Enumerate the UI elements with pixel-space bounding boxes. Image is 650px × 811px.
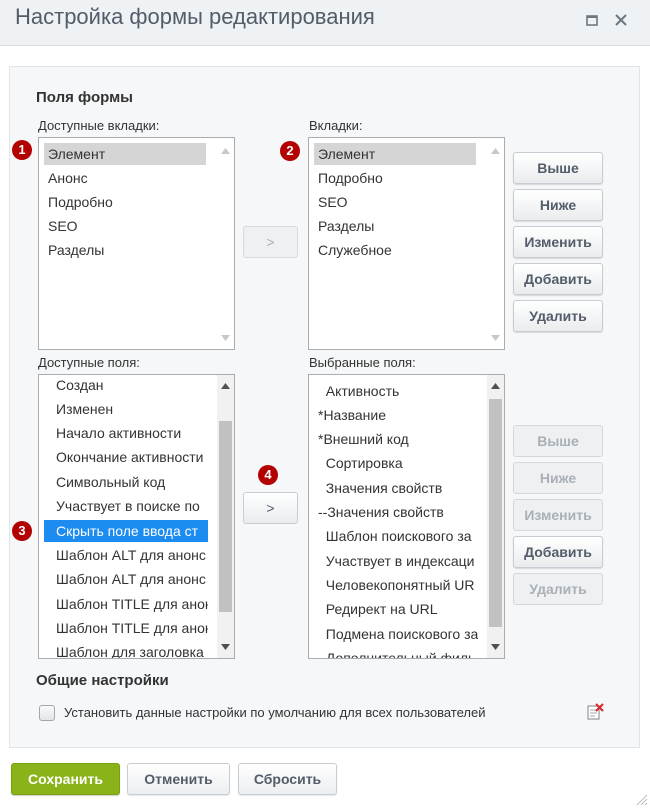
field-add-button[interactable]: Добавить — [513, 536, 603, 568]
list-item[interactable]: Шаблон ALT для анонс — [52, 568, 208, 590]
list-item[interactable]: Начало активности — [52, 422, 208, 444]
list-item[interactable]: Подробно — [314, 167, 476, 189]
scroll-down-icon[interactable] — [490, 333, 501, 343]
tab-delete-button[interactable]: Удалить — [513, 300, 603, 332]
available-tabs-items: Элемент Анонс Подробно SEO Разделы — [40, 138, 216, 349]
selected-fields-listbox[interactable]: Активность *Название *Внешний код Сортир… — [308, 374, 505, 659]
scroll-down-icon[interactable] — [490, 642, 501, 652]
available-tabs-label: Доступные вкладки: — [38, 118, 160, 133]
save-button[interactable]: Сохранить — [11, 763, 120, 795]
list-item[interactable]: Создан — [52, 375, 208, 396]
list-item[interactable]: SEO — [314, 191, 476, 213]
default-settings-label[interactable]: Установить данные настройки по умолчанию… — [64, 705, 485, 720]
reset-button[interactable]: Сбросить — [238, 763, 337, 795]
general-settings-title: Общие настройки — [36, 672, 169, 689]
selected-fields-label: Выбранные поля: — [309, 355, 416, 370]
tab-edit-button[interactable]: Изменить — [513, 226, 603, 258]
list-item[interactable]: Анонс — [44, 167, 206, 189]
list-item[interactable]: Значения свойств — [314, 477, 478, 499]
badge-1: 1 — [12, 140, 32, 160]
default-settings-checkbox[interactable] — [39, 705, 55, 721]
list-item[interactable]: *Название — [314, 404, 478, 426]
field-edit-button[interactable]: Изменить — [513, 499, 603, 531]
badge-3: 3 — [12, 521, 32, 541]
scrollbar[interactable] — [217, 375, 234, 658]
scroll-down-icon[interactable] — [220, 333, 231, 343]
list-item[interactable]: Подробно — [44, 191, 206, 213]
badge-4: 4 — [258, 465, 278, 485]
tabs-label: Вкладки: — [309, 118, 363, 133]
tabs-items: Элемент Подробно SEO Разделы Служебное — [310, 138, 486, 349]
window-titlebar: Настройка формы редактирования — [0, 0, 650, 46]
tab-down-button[interactable]: Ниже — [513, 189, 603, 221]
list-item[interactable]: Служебное — [314, 239, 476, 261]
list-item[interactable]: SEO — [44, 215, 206, 237]
available-fields-listbox[interactable]: Создан Изменен Начало активности Окончан… — [38, 374, 235, 659]
list-item[interactable]: Шаблон поискового за — [314, 525, 478, 547]
scroll-up-icon[interactable] — [490, 381, 501, 391]
scroll-up-icon[interactable] — [220, 146, 231, 156]
scrollbar[interactable] — [217, 138, 234, 349]
list-item[interactable]: Изменен — [52, 398, 208, 420]
list-item[interactable]: Шаблон TITLE для анон — [52, 617, 208, 639]
resize-grip-icon[interactable] — [634, 792, 648, 806]
list-item[interactable]: Разделы — [44, 239, 206, 261]
maximize-icon[interactable] — [582, 11, 602, 31]
list-item[interactable]: Сортировка — [314, 452, 478, 474]
list-item[interactable]: Шаблон ALT для анонс — [52, 544, 208, 566]
list-item[interactable]: Шаблон для заголовка — [52, 641, 208, 658]
form-fields-title: Поля формы — [36, 89, 133, 106]
badge-2: 2 — [280, 141, 300, 161]
move-tab-right-button[interactable]: > — [243, 226, 298, 258]
list-item[interactable]: Элемент — [314, 143, 476, 165]
list-item[interactable]: Символьный код — [52, 471, 208, 493]
field-down-button[interactable]: Ниже — [513, 462, 603, 494]
list-item[interactable]: Дополнительный филь — [314, 647, 478, 658]
tab-add-button[interactable]: Добавить — [513, 263, 603, 295]
list-item[interactable]: Элемент — [44, 143, 206, 165]
list-item[interactable]: Шаблон TITLE для анон — [52, 593, 208, 615]
list-item[interactable]: Подмена поискового за — [314, 623, 478, 645]
scrollbar[interactable] — [487, 138, 504, 349]
list-item[interactable]: Разделы — [314, 215, 476, 237]
scroll-up-icon[interactable] — [220, 381, 231, 391]
list-item[interactable]: Скрыть поле ввода ст — [44, 520, 208, 542]
list-item[interactable]: Участвует в поиске по — [52, 495, 208, 517]
window-title: Настройка формы редактирования — [15, 4, 375, 29]
scrollbar-thumb[interactable] — [219, 421, 232, 612]
tabs-listbox[interactable]: Элемент Подробно SEO Разделы Служебное — [308, 137, 505, 350]
close-icon[interactable] — [611, 10, 631, 30]
field-up-button[interactable]: Выше — [513, 425, 603, 457]
list-item[interactable]: Редирект на URL — [314, 598, 478, 620]
move-field-right-button[interactable]: > — [243, 492, 298, 524]
delete-settings-icon[interactable] — [586, 703, 604, 721]
list-item[interactable]: --Значения свойств — [314, 501, 478, 523]
available-fields-label: Доступные поля: — [38, 355, 140, 370]
cancel-button[interactable]: Отменить — [127, 763, 230, 795]
scroll-up-icon[interactable] — [490, 146, 501, 156]
list-item[interactable]: Окончание активности — [52, 446, 208, 468]
field-delete-button[interactable]: Удалить — [513, 573, 603, 605]
scrollbar[interactable] — [487, 375, 504, 658]
scrollbar-thumb[interactable] — [489, 399, 502, 627]
available-fields-items: Создан Изменен Начало активности Окончан… — [40, 375, 216, 658]
list-item[interactable]: Активность — [314, 380, 478, 402]
selected-fields-items: Активность *Название *Внешний код Сортир… — [310, 375, 486, 658]
scroll-down-icon[interactable] — [220, 642, 231, 652]
list-item[interactable]: Участвует в индексаци — [314, 550, 478, 572]
tab-up-button[interactable]: Выше — [513, 152, 603, 184]
available-tabs-listbox[interactable]: Элемент Анонс Подробно SEO Разделы — [38, 137, 235, 350]
list-item[interactable]: *Внешний код — [314, 428, 478, 450]
list-item[interactable]: Человекопонятный UR — [314, 574, 478, 596]
